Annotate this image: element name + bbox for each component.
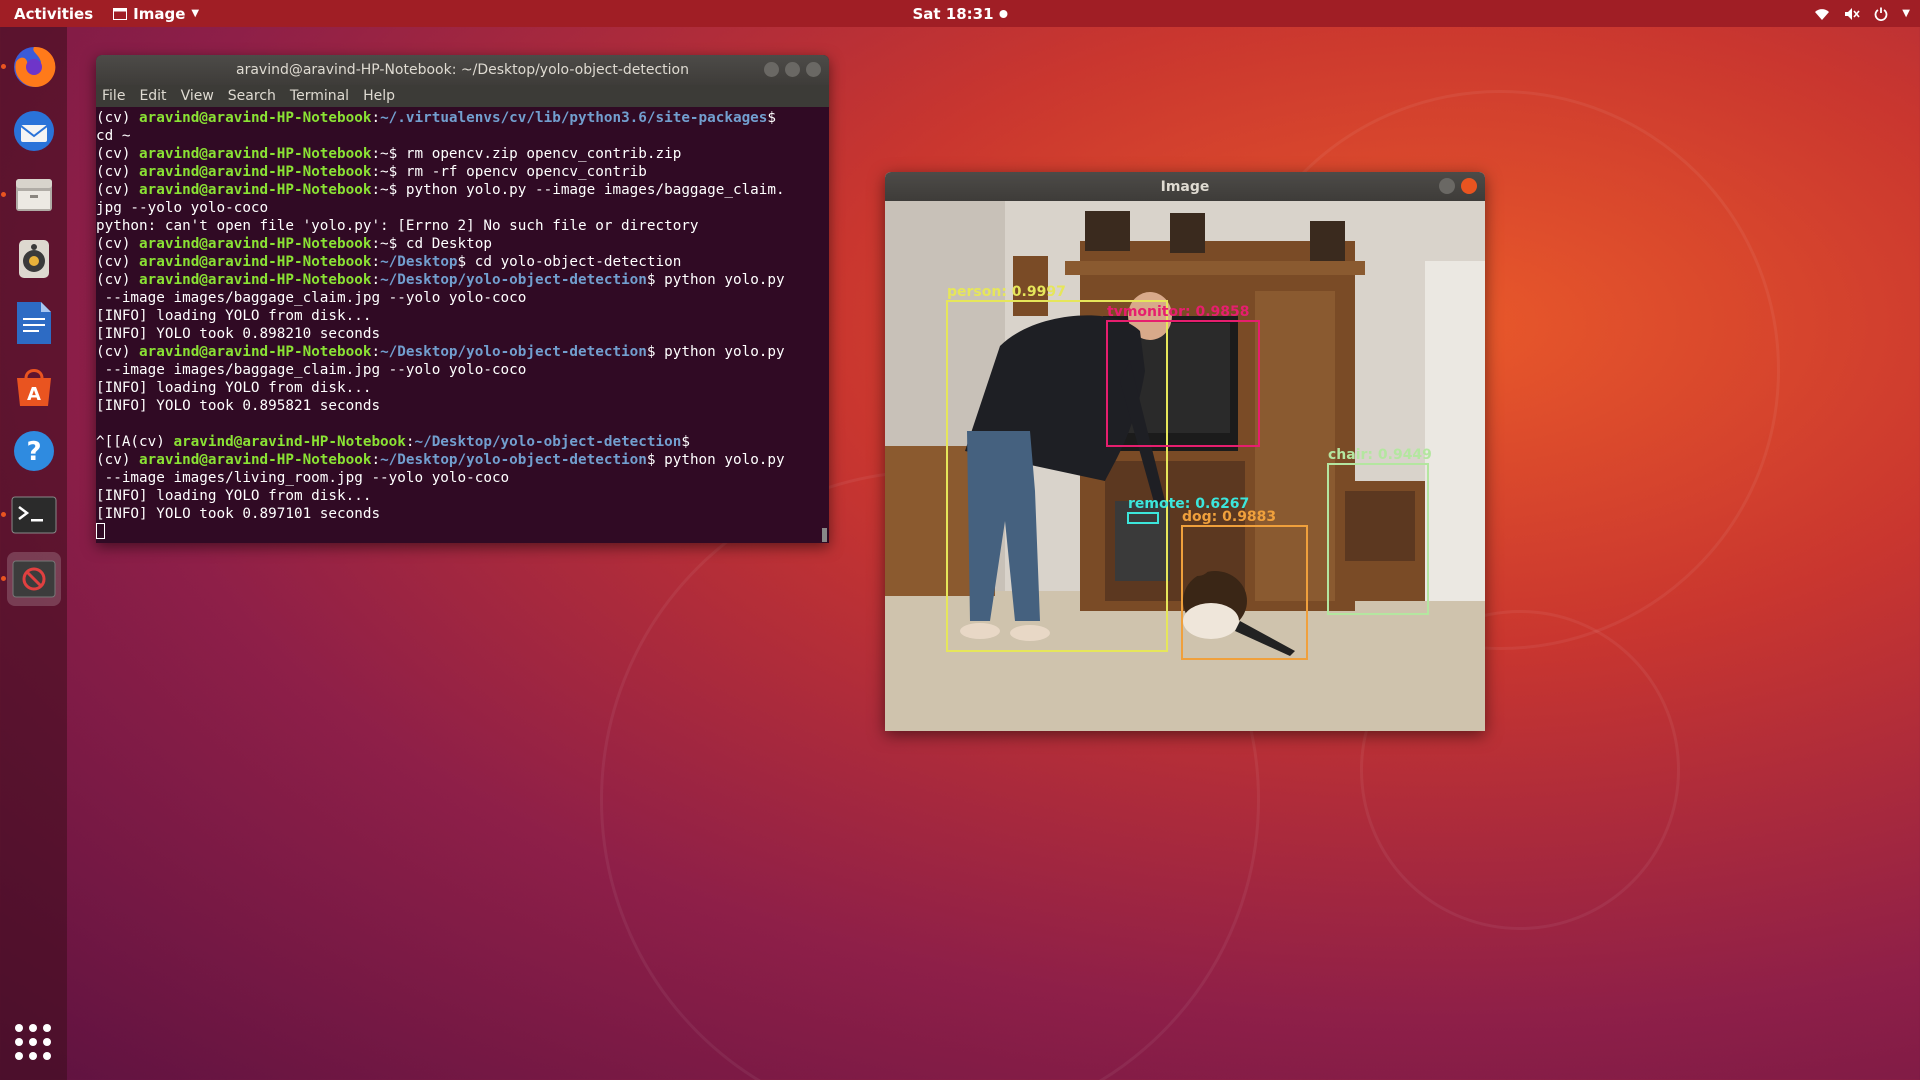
writer-icon <box>16 302 51 344</box>
person-label: person: 0.9997 <box>947 284 1066 300</box>
terminal-line: python: can't open file 'yolo.py': [Errn… <box>96 218 699 234</box>
svg-text:?: ? <box>26 437 41 467</box>
terminal-line: (cv) aravind@aravind-HP-Notebook:~/Deskt… <box>96 344 785 360</box>
app-menu[interactable]: Image ▼ <box>107 5 205 23</box>
menu-view[interactable]: View <box>181 88 214 104</box>
running-indicator <box>0 576 6 581</box>
terminal-menubar: File Edit View Search Terminal Help <box>96 85 829 107</box>
image-titlebar[interactable]: Image <box>885 172 1485 201</box>
terminal-line: (cv) aravind@aravind-HP-Notebook:~/Deskt… <box>96 452 785 468</box>
dock-thunderbird[interactable] <box>7 104 61 158</box>
volume-muted-icon <box>1845 7 1860 20</box>
dog-label: dog: 0.9883 <box>1182 509 1276 525</box>
files-icon <box>15 179 52 211</box>
dock-terminal[interactable] <box>0 488 61 542</box>
dock-rhythmbox[interactable] <box>7 232 61 286</box>
terminal-line: cd ~ <box>96 128 131 144</box>
image-app-icon <box>12 560 55 598</box>
menu-file[interactable]: File <box>102 88 125 104</box>
terminal-line: --image images/baggage_claim.jpg --yolo … <box>96 290 527 306</box>
help-icon: ? <box>13 431 54 471</box>
terminal-line: [INFO] loading YOLO from disk... <box>96 308 372 324</box>
top-bar: Activities Image ▼ Sat 18:31 ▼ <box>0 0 1920 27</box>
firefox-icon <box>13 46 55 87</box>
thunderbird-icon <box>13 111 54 151</box>
running-indicator <box>0 512 6 517</box>
maximize-button[interactable] <box>785 62 800 77</box>
menu-edit[interactable]: Edit <box>139 88 166 104</box>
clock-text: Sat 18:31 <box>912 4 994 23</box>
terminal-line: (cv) aravind@aravind-HP-Notebook:~/Deskt… <box>96 254 682 270</box>
menu-search[interactable]: Search <box>228 88 276 104</box>
image-window-title: Image <box>1160 178 1210 195</box>
dock-files[interactable] <box>0 168 61 222</box>
clock[interactable]: Sat 18:31 <box>912 4 1008 23</box>
terminal-line: [INFO] YOLO took 0.895821 seconds <box>96 398 381 414</box>
dock-firefox[interactable] <box>0 40 61 94</box>
show-applications-button[interactable] <box>9 1018 57 1066</box>
dock-image-app[interactable] <box>0 552 61 606</box>
minimize-button[interactable] <box>1439 178 1455 194</box>
system-tray[interactable]: ▼ <box>1814 7 1910 21</box>
menu-terminal[interactable]: Terminal <box>290 88 349 104</box>
dock: A ? <box>0 27 67 1080</box>
power-icon <box>1874 7 1888 21</box>
terminal-line: --image images/baggage_claim.jpg --yolo … <box>96 362 527 378</box>
window-icon <box>113 7 128 20</box>
image-window[interactable]: Image person: 0.9997 tvmonitor: 0.9858 c… <box>885 172 1485 731</box>
chair-label: chair: 0.9449 <box>1328 447 1432 463</box>
notification-dot-icon <box>999 9 1008 18</box>
terminal-line: jpg --yolo yolo-coco <box>96 200 269 216</box>
chevron-down-icon: ▼ <box>1902 8 1910 19</box>
svg-text:A: A <box>27 384 41 405</box>
terminal-cursor-line <box>96 523 829 541</box>
text-cursor <box>96 523 105 539</box>
terminal-line: (cv) aravind@aravind-HP-Notebook:~/Deskt… <box>96 272 785 288</box>
detection-image: person: 0.9997 tvmonitor: 0.9858 chair: … <box>885 201 1485 731</box>
terminal-line: (cv) aravind@aravind-HP-Notebook:~$ cd D… <box>96 236 492 252</box>
close-button[interactable] <box>806 62 821 77</box>
terminal-line: ^[[A(cv) aravind@aravind-HP-Notebook:~/D… <box>96 434 690 450</box>
terminal-output[interactable]: (cv) aravind@aravind-HP-Notebook:~/.virt… <box>96 107 829 541</box>
terminal-line: [INFO] loading YOLO from disk... <box>96 488 372 504</box>
menu-help[interactable]: Help <box>363 88 395 104</box>
software-icon: A <box>16 369 51 406</box>
activities-button[interactable]: Activities <box>0 5 107 23</box>
tvmonitor-label: tvmonitor: 0.9858 <box>1107 304 1250 320</box>
dock-writer[interactable] <box>7 296 61 350</box>
dock-software[interactable]: A <box>7 360 61 414</box>
running-indicator <box>0 192 6 197</box>
chevron-down-icon: ▼ <box>191 8 200 19</box>
terminal-line: --image images/living_room.jpg --yolo yo… <box>96 470 510 486</box>
terminal-window[interactable]: aravind@aravind-HP-Notebook: ~/Desktop/y… <box>96 55 829 543</box>
terminal-line: [INFO] YOLO took 0.898210 seconds <box>96 326 381 342</box>
terminal-line: (cv) aravind@aravind-HP-Notebook:~$ pyth… <box>96 182 785 198</box>
terminal-line: (cv) aravind@aravind-HP-Notebook:~$ rm -… <box>96 164 647 180</box>
rhythmbox-icon <box>18 240 49 278</box>
terminal-line: [INFO] YOLO took 0.897101 seconds <box>96 506 381 522</box>
close-button[interactable] <box>1461 178 1477 194</box>
terminal-scrollbar[interactable] <box>822 528 827 542</box>
terminal-title: aravind@aravind-HP-Notebook: ~/Desktop/y… <box>236 62 689 78</box>
dock-help[interactable]: ? <box>7 424 61 478</box>
terminal-line: (cv) aravind@aravind-HP-Notebook:~/.virt… <box>96 110 777 126</box>
wifi-icon <box>1815 8 1830 20</box>
terminal-line: [INFO] loading YOLO from disk... <box>96 380 372 396</box>
terminal-titlebar[interactable]: aravind@aravind-HP-Notebook: ~/Desktop/y… <box>96 55 829 85</box>
minimize-button[interactable] <box>764 62 779 77</box>
terminal-line: (cv) aravind@aravind-HP-Notebook:~$ rm o… <box>96 146 682 162</box>
app-menu-label: Image <box>133 4 186 23</box>
running-indicator <box>0 64 6 69</box>
terminal-icon <box>11 496 56 534</box>
